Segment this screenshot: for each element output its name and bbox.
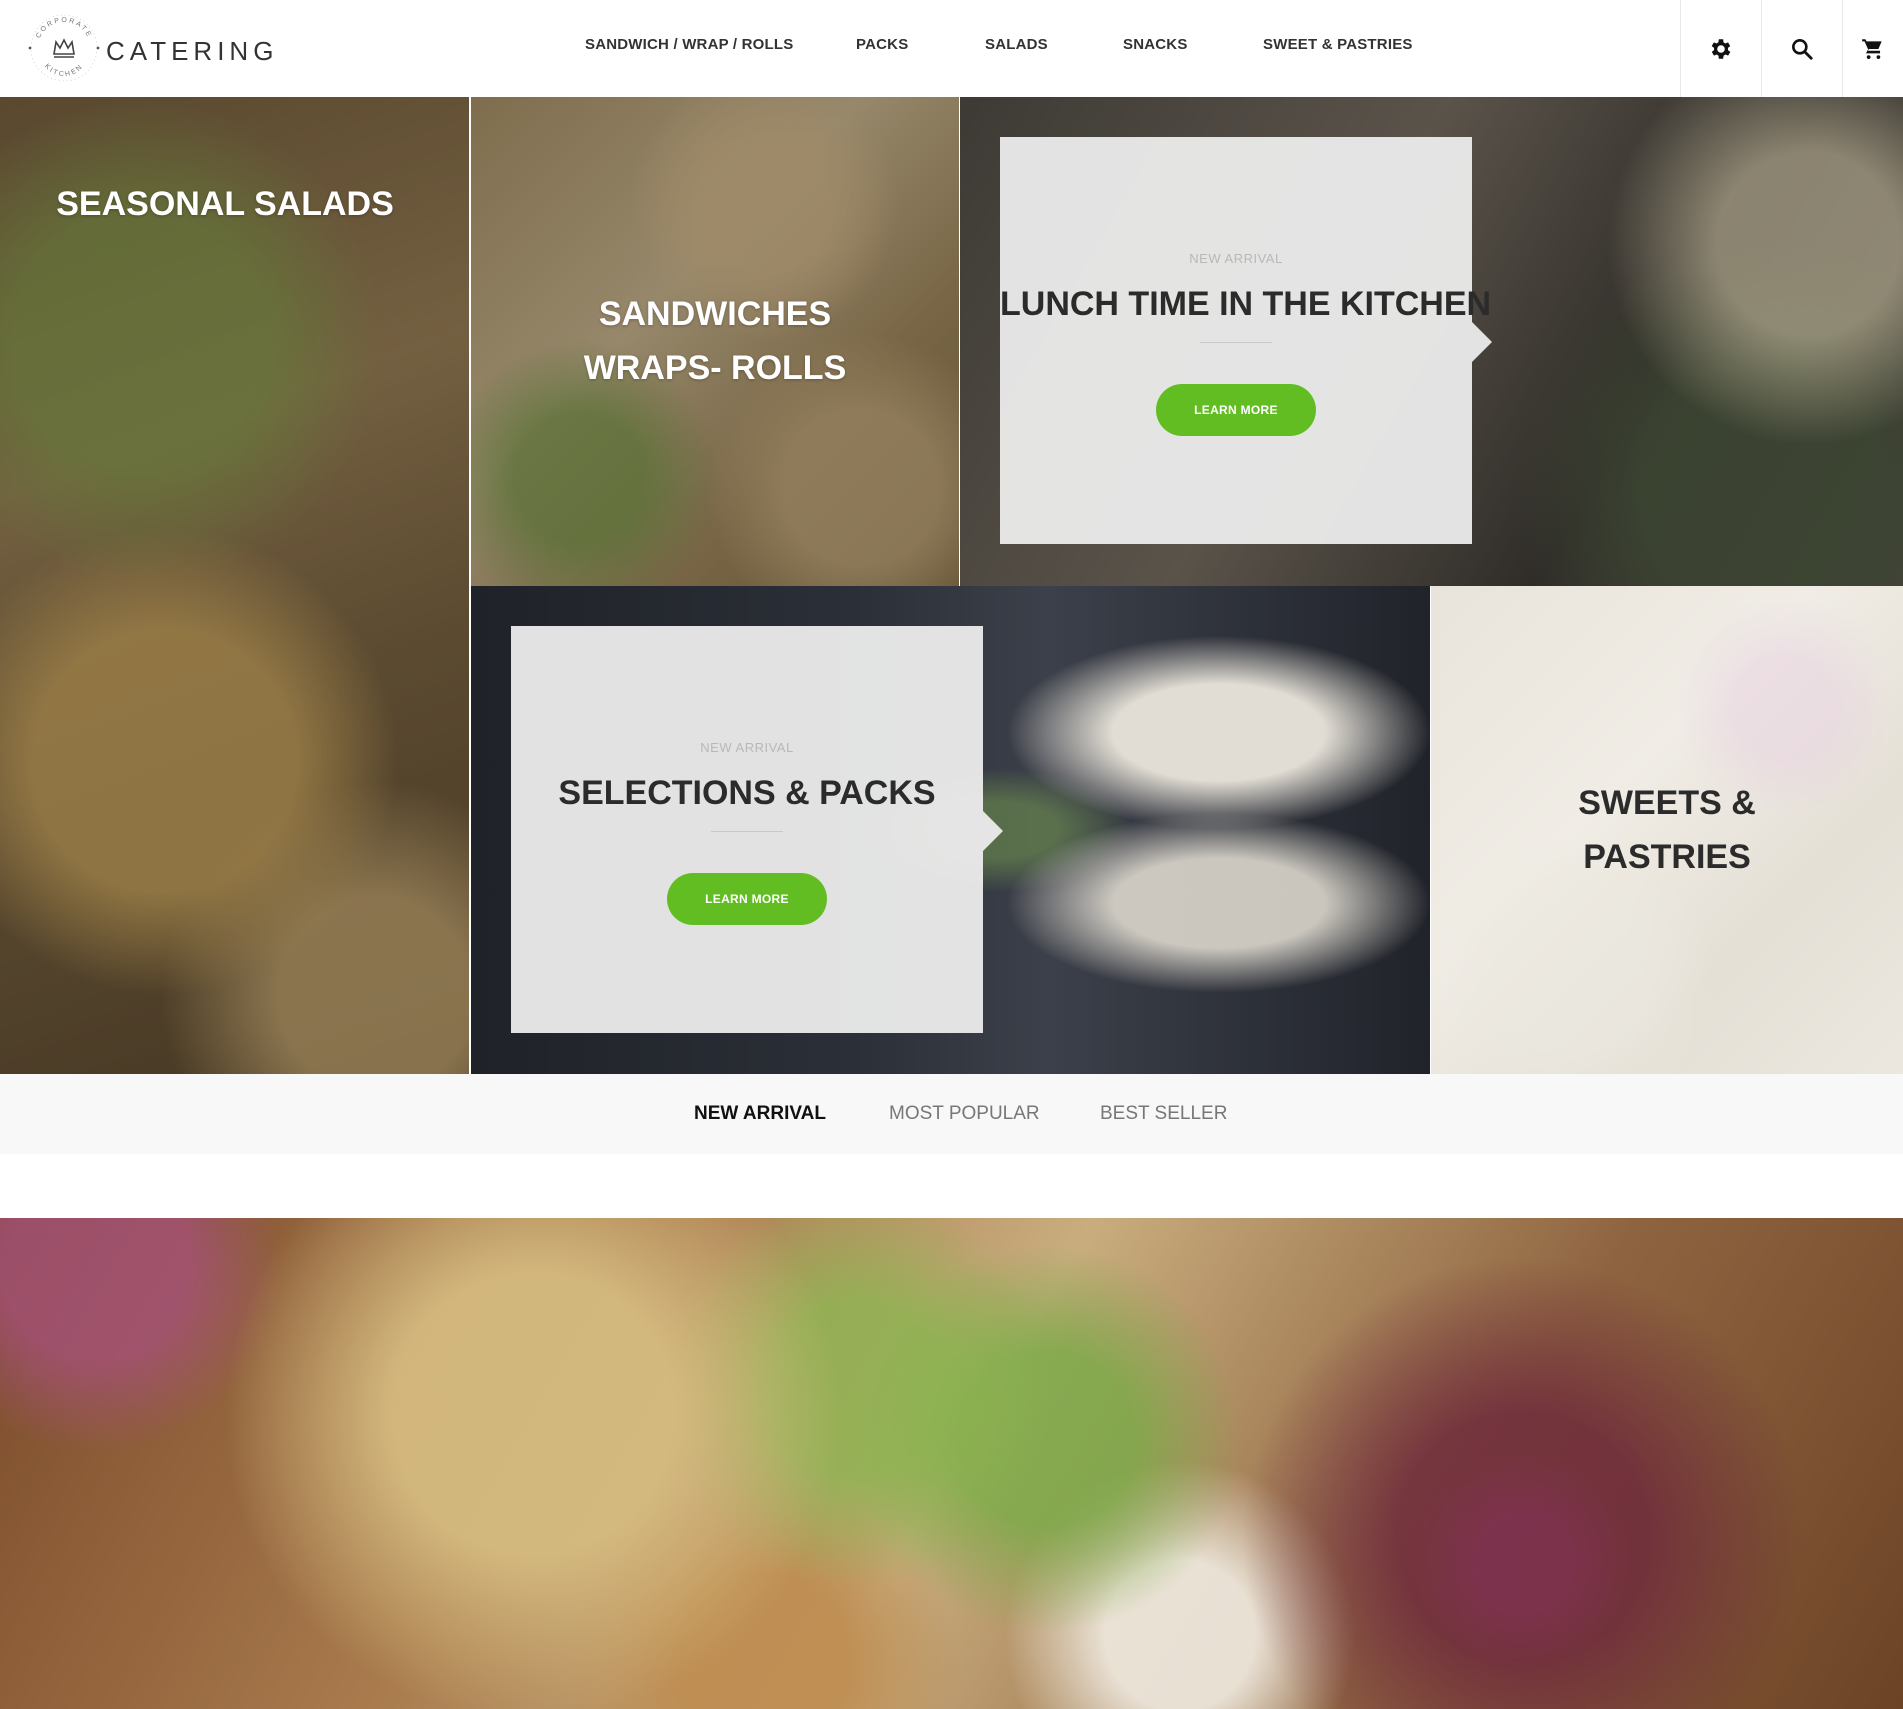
- card-divider: [711, 831, 783, 832]
- nav-item-sweet-pastries[interactable]: SWEET & PASTRIES: [1263, 36, 1413, 53]
- tile-title-line2: PASTRIES: [1583, 838, 1751, 876]
- site-header: CORPORATE KITCHEN CATERING SANDWICH / WR…: [0, 0, 1903, 97]
- card-title: LUNCH TIME IN THE KITCHEN: [1000, 285, 1492, 323]
- tile-title-sandwiches: SANDWICHES WRAPS- ROLLS: [471, 287, 959, 395]
- card-title: SELECTIONS & PACKS: [558, 774, 936, 812]
- tile-sandwiches-wraps-rolls[interactable]: SANDWICHES WRAPS- ROLLS: [471, 97, 959, 586]
- gear-icon: [1711, 38, 1731, 59]
- card-divider: [1200, 342, 1272, 343]
- nav-item-sandwich-wrap-rolls[interactable]: SANDWICH / WRAP / ROLLS: [585, 36, 793, 53]
- tile-seasonal-salads[interactable]: SEASONAL SALADS: [0, 97, 469, 1074]
- tile-title-sweets: SWEETS & PASTRIES: [1431, 776, 1903, 884]
- learn-more-button[interactable]: LEARN MORE: [667, 873, 827, 925]
- settings-button[interactable]: [1680, 0, 1761, 97]
- tile-title-line1: SWEETS &: [1578, 784, 1756, 822]
- brand-logo[interactable]: CORPORATE KITCHEN CATERING: [26, 10, 273, 86]
- tile-title-seasonal-salads: SEASONAL SALADS: [56, 185, 394, 223]
- promo-card-lunch: NEW ARRIVAL LUNCH TIME IN THE KITCHEN LE…: [1000, 137, 1492, 544]
- learn-more-button[interactable]: LEARN MORE: [1156, 384, 1316, 436]
- promo-card-packs: NEW ARRIVAL SELECTIONS & PACKS LEARN MOR…: [511, 626, 1003, 1033]
- tile-title-line2: WRAPS- ROLLS: [583, 349, 847, 387]
- svg-text:CORPORATE: CORPORATE: [35, 17, 93, 40]
- brand-name: CATERING: [106, 36, 279, 66]
- cart-icon: [1862, 38, 1882, 59]
- search-icon: [1792, 38, 1813, 60]
- tile-title-line1: SANDWICHES: [598, 295, 832, 333]
- svg-text:KITCHEN: KITCHEN: [43, 63, 85, 78]
- tile-sweets-pastries[interactable]: SWEETS & PASTRIES: [1431, 586, 1903, 1074]
- search-button[interactable]: [1761, 0, 1842, 97]
- crown-seal-icon: CORPORATE KITCHEN: [28, 14, 100, 82]
- card-eyebrow: NEW ARRIVAL: [700, 740, 794, 755]
- card-eyebrow: NEW ARRIVAL: [1189, 251, 1283, 266]
- cart-button[interactable]: [1842, 0, 1903, 97]
- tab-new-arrival[interactable]: NEW ARRIVAL: [694, 1103, 826, 1125]
- tab-best-seller[interactable]: BEST SELLER: [1100, 1103, 1227, 1125]
- nav-item-salads[interactable]: SALADS: [985, 36, 1048, 53]
- hero-banner-image: [0, 1218, 1903, 1709]
- nav-item-packs[interactable]: PACKS: [856, 36, 908, 53]
- product-tabs: NEW ARRIVAL MOST POPULAR BEST SELLER: [0, 1074, 1903, 1154]
- nav-item-snacks[interactable]: SNACKS: [1123, 36, 1188, 53]
- tab-most-popular[interactable]: MOST POPULAR: [889, 1103, 1040, 1125]
